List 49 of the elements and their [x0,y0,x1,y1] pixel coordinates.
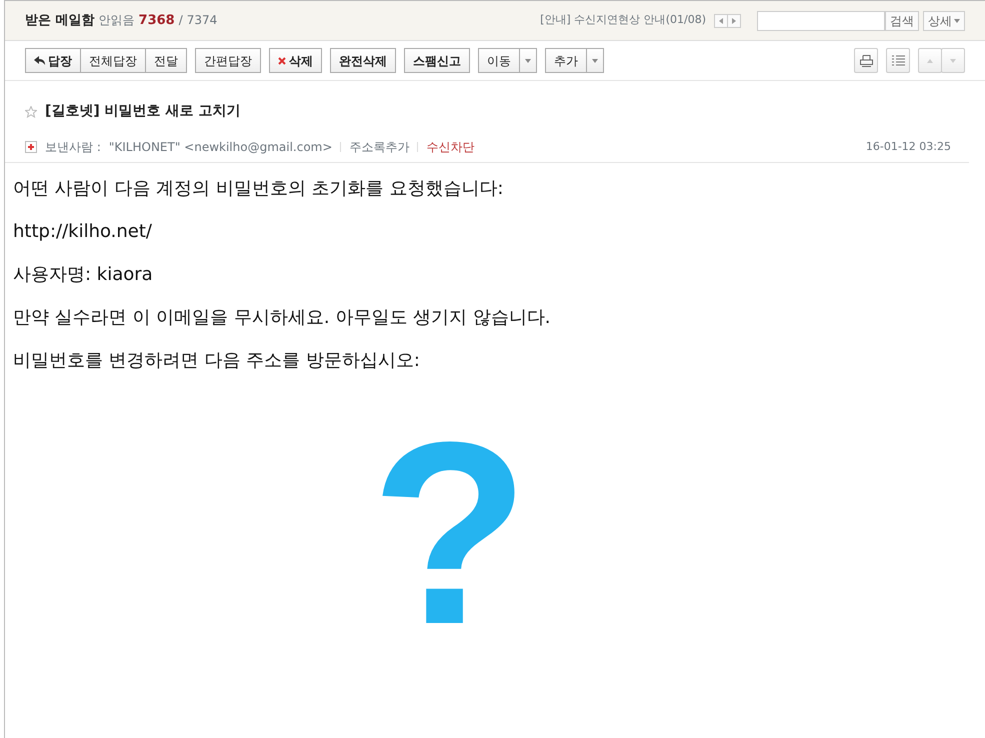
search-button[interactable]: 검색 [885,10,919,30]
caret-icon [525,58,531,62]
next-icon[interactable] [727,14,741,28]
body-paragraph: 어떤 사람이 다음 계정의 비밀번호의 초기화를 요청했습니다: [13,177,504,201]
search-field[interactable] [757,10,885,30]
add-icon[interactable] [25,141,37,153]
unread-count: 7368 [138,12,175,30]
list-button[interactable] [886,48,910,73]
caret-icon [592,58,598,62]
total-count: 7374 [186,12,218,29]
broken-image-icon: ? [370,404,530,664]
list-icon [892,55,904,66]
print-button[interactable] [854,48,878,73]
body-paragraph: 사용자명: kiaora [13,263,154,287]
mail-date: 16-01-12 03:25 [866,138,951,155]
delete-icon [278,56,286,64]
reply-icon [34,56,45,65]
toolbar-button[interactable]: 스팸신고 [404,48,470,73]
up-arrow-icon [927,58,933,62]
body-paragraph: 비밀번호를 변경하려면 다음 주소를 방문하십시오: [13,349,421,373]
prev-mail-button[interactable] [918,48,942,73]
dropdown-button[interactable] [586,48,604,73]
toolbar-button[interactable]: 전체답장 [80,48,146,73]
sender-label: 보낸사람 : [45,139,101,156]
unread-label: 안읽음 [98,12,135,29]
block-sender-link[interactable]: 수신차단 [426,138,474,156]
toolbar-button[interactable]: 답장 [25,48,81,73]
printer-icon [860,54,872,66]
toolbar-button[interactable]: 삭제 [269,48,322,73]
body-paragraph: http://kilho.net/ [13,220,153,244]
down-arrow-icon [950,58,956,62]
add-contact-link[interactable]: 주소록추가 [349,138,410,156]
caret-icon [954,18,960,22]
mail-subject: [길호넷] 비밀번호 새로 고치기 [45,102,240,121]
dropdown-button[interactable] [519,48,537,73]
detail-button[interactable]: 상세 [923,10,965,30]
count-separator: / [178,12,183,29]
toolbar-button[interactable]: 추가 [545,48,587,73]
folder-title: 받은 메일함 [25,12,95,30]
toolbar-button[interactable]: 간편답장 [195,48,261,73]
sender-address: "KILHONET" <newkilho@gmail.com> [108,139,332,156]
notice-link[interactable]: [안내] 수신지연현상 안내(01/08) [540,12,706,29]
next-mail-button[interactable] [941,48,965,73]
prev-icon[interactable] [714,14,728,28]
toolbar-button[interactable]: 전달 [145,48,187,73]
toolbar-button[interactable]: 완전삭제 [330,48,396,73]
toolbar-button[interactable]: 이동 [478,48,520,73]
body-paragraph: 만약 실수라면 이 이메일을 무시하세요. 아무일도 생기지 않습니다. [13,306,552,330]
star-icon[interactable] [25,106,37,118]
